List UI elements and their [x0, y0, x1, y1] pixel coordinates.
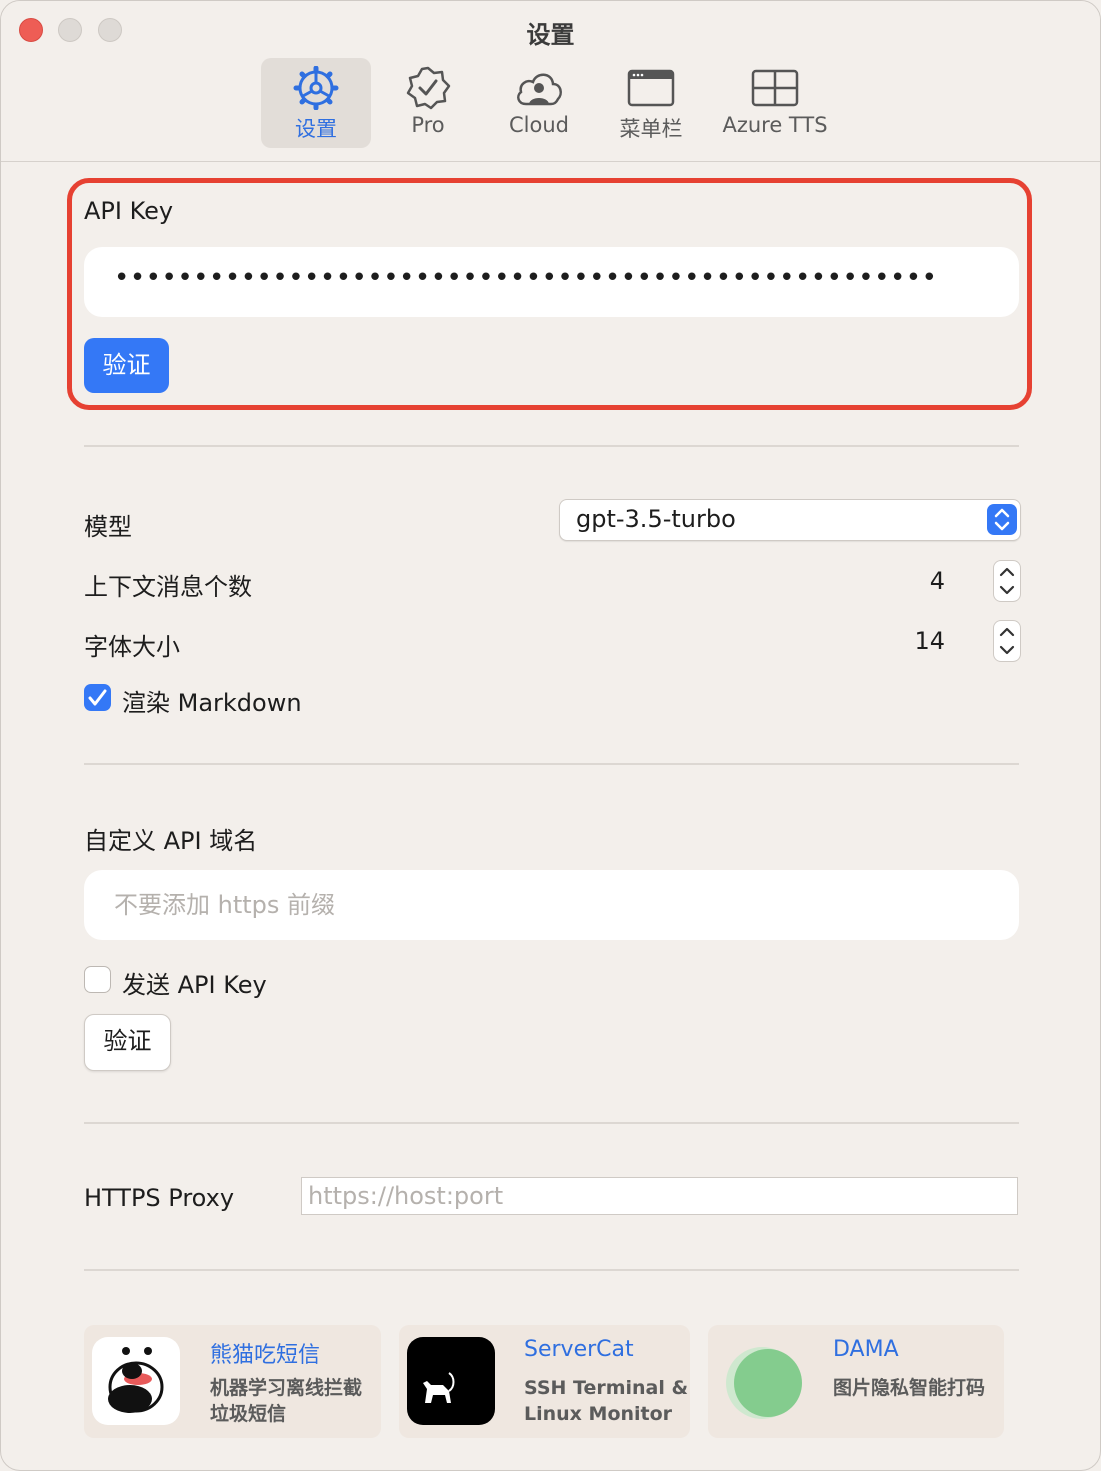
tab-azure-tts-label: Azure TTS — [722, 113, 828, 137]
promo-title: DAMA — [833, 1337, 899, 1362]
model-select[interactable]: gpt-3.5-turbo — [559, 499, 1021, 541]
tab-menubar[interactable]: 菜单栏 — [601, 58, 701, 148]
stepper-arrows-icon — [999, 627, 1015, 655]
promo-description: 图片隐私智能打码 — [833, 1375, 985, 1401]
verified-badge-icon — [406, 66, 451, 110]
section-divider — [84, 763, 1019, 765]
section-divider — [84, 1122, 1019, 1124]
checkmark-icon — [88, 689, 107, 706]
promo-card-panda[interactable]: 熊猫吃短信 机器学习离线拦截 垃圾短信 — [84, 1325, 381, 1438]
send-api-key-label[interactable]: 发送 API Key — [122, 965, 267, 1000]
promo-title: 熊猫吃短信 — [210, 1343, 321, 1368]
tab-azure-tts[interactable]: Azure TTS — [713, 58, 837, 148]
tab-settings[interactable]: 设置 — [261, 58, 371, 148]
window-title: 设置 — [526, 21, 575, 49]
promo-description-line: SSH Terminal & — [524, 1377, 689, 1399]
model-label: 模型 — [84, 513, 132, 541]
https-proxy-label: HTTPS Proxy — [84, 1184, 235, 1212]
promo-description-line: 垃圾短信 — [210, 1403, 287, 1425]
https-proxy-input[interactable] — [301, 1177, 1018, 1215]
tab-cloud-label: Cloud — [509, 113, 569, 137]
render-markdown-checkbox[interactable] — [84, 684, 111, 711]
tab-settings-label: 设置 — [295, 117, 337, 141]
menubar-window-icon — [627, 69, 675, 107]
api-key-masked-value: ••••••••••••••••••••••••••••••••••••••••… — [114, 263, 938, 293]
verify-api-key-button[interactable]: 验证 — [84, 338, 169, 393]
font-size-value: 14 — [914, 627, 945, 655]
title-bar: 设置 设置 Pro Cloud 菜单栏 Azure TTS — [1, 1, 1100, 162]
section-divider — [84, 445, 1019, 447]
context-count-stepper[interactable] — [993, 560, 1021, 602]
stepper-arrows-icon — [999, 567, 1015, 595]
settings-window: 设置 设置 Pro Cloud 菜单栏 Azure TTS API Key ••… — [0, 0, 1101, 1471]
cat-app-icon — [407, 1337, 495, 1425]
tab-pro[interactable]: Pro — [377, 58, 479, 148]
panda-app-icon — [92, 1337, 180, 1425]
send-api-key-checkbox[interactable] — [84, 966, 111, 993]
section-divider — [84, 1269, 1019, 1271]
promo-description-line: 机器学习离线拦截 — [210, 1377, 363, 1399]
cloud-person-icon — [517, 73, 562, 106]
promo-description: 机器学习离线拦截 垃圾短信 — [210, 1375, 362, 1427]
verify-custom-domain-button[interactable]: 验证 — [84, 1014, 171, 1071]
model-select-value: gpt-3.5-turbo — [576, 505, 736, 533]
chevron-up-down-icon — [987, 504, 1017, 535]
context-count-label: 上下文消息个数 — [84, 573, 252, 601]
promo-description-line: 图片隐私智能打码 — [833, 1377, 986, 1399]
render-markdown-label[interactable]: 渲染 Markdown — [122, 683, 302, 718]
tab-cloud[interactable]: Cloud — [487, 58, 591, 148]
tab-menubar-label: 菜单栏 — [619, 117, 683, 141]
custom-domain-label: 自定义 API 域名 — [84, 827, 258, 855]
tab-pro-label: Pro — [411, 113, 445, 137]
promo-title: ServerCat — [524, 1337, 634, 1362]
grid-icon — [751, 69, 799, 107]
gear-icon — [293, 66, 339, 110]
promo-description: SSH Terminal & Linux Monitor — [524, 1375, 688, 1427]
font-size-stepper[interactable] — [993, 620, 1021, 662]
api-key-label: API Key — [84, 197, 174, 225]
green-circle-app-icon — [716, 1337, 804, 1425]
promo-card-dama[interactable]: DAMA 图片隐私智能打码 — [708, 1325, 1004, 1438]
api-key-field[interactable]: ••••••••••••••••••••••••••••••••••••••••… — [84, 247, 1019, 317]
custom-domain-input[interactable] — [84, 870, 1019, 940]
font-size-label: 字体大小 — [84, 633, 180, 661]
promo-card-servercat[interactable]: ServerCat SSH Terminal & Linux Monitor — [399, 1325, 690, 1438]
context-count-value: 4 — [929, 567, 945, 595]
promo-description-line: Linux Monitor — [524, 1403, 673, 1425]
